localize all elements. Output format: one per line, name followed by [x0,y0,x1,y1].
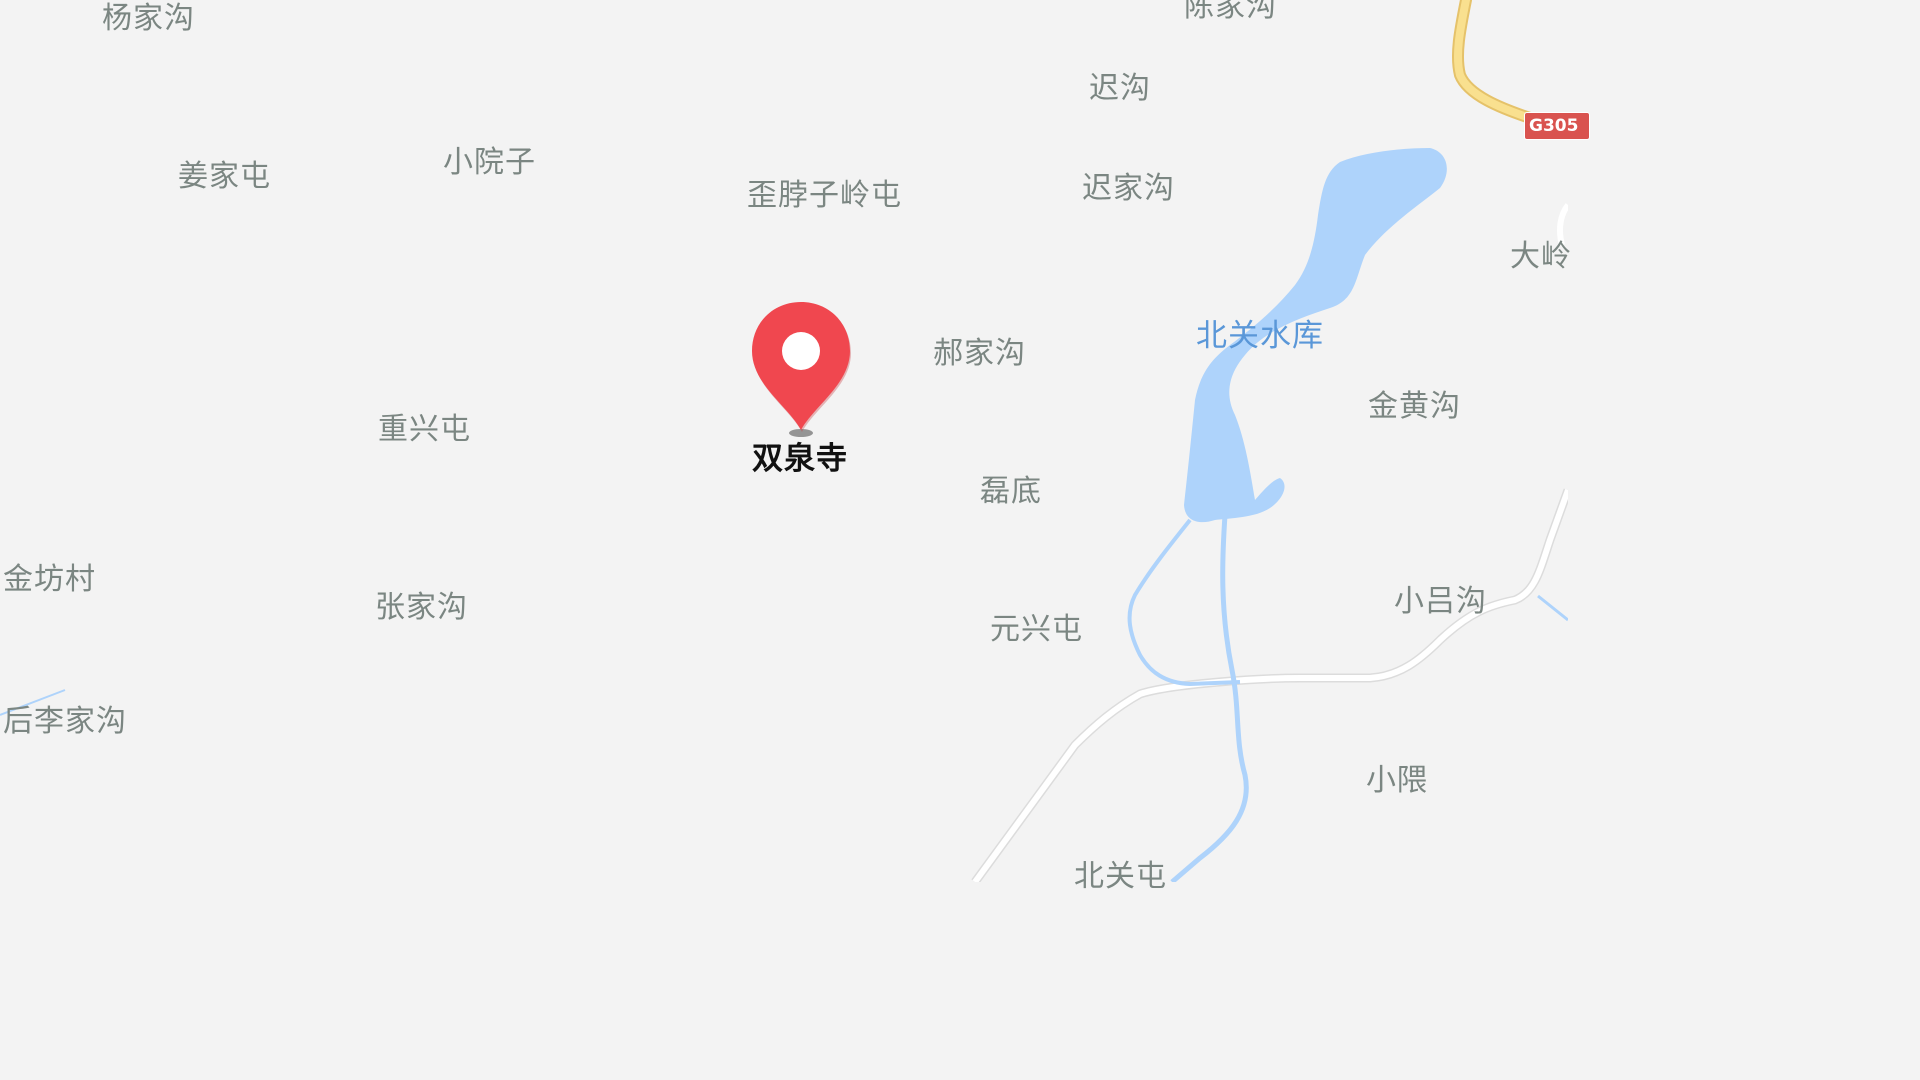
water-label-reservoir[interactable]: 北关水库 [1196,321,1324,352]
location-pin-icon[interactable] [746,298,856,443]
place-label-xiaowei[interactable]: 小隈 [1366,766,1428,796]
place-label-zhangjiagou[interactable]: 张家沟 [375,593,468,623]
place-label-houlijiagou[interactable]: 后李家沟 [3,707,127,737]
place-label-chijiagou[interactable]: 迟家沟 [1082,174,1175,204]
place-label-waibozilingtun[interactable]: 歪脖子岭屯 [747,181,902,211]
place-label-chigou[interactable]: 迟沟 [1089,74,1151,104]
place-label-daling[interactable]: 大岭 [1510,242,1572,272]
place-label-chenjiagou[interactable]: 陈家沟 [1184,0,1277,22]
river-middle [1170,514,1249,882]
place-label-xiaolvgou[interactable]: 小吕沟 [1394,587,1487,617]
place-label-yuanxingtun[interactable]: 元兴屯 [990,615,1083,645]
place-label-jinfangcun[interactable]: 金坊村 [3,565,96,595]
place-label-yangjiagou[interactable]: 杨家沟 [102,4,195,34]
place-label-beiguan[interactable]: 北关屯 [1074,862,1167,892]
place-label-haojiagou[interactable]: 郝家沟 [933,339,1026,369]
stream-east [1537,594,1568,622]
highway-g305 [1452,0,1568,130]
place-label-jinhuanggou[interactable]: 金黄沟 [1368,392,1461,422]
place-label-xiaoyuanzi[interactable]: 小院子 [443,148,536,178]
road-main [971,488,1568,882]
road-shield-g305: G305 [1524,112,1590,140]
place-label-chongxingtun[interactable]: 重兴屯 [378,415,471,445]
map-canvas[interactable]: G305 杨家沟 陈家沟 迟沟 姜家屯 小院子 歪脖子岭屯 迟家沟 大岭 郝家沟… [0,0,1590,892]
selected-poi-label[interactable]: 双泉寺 [752,444,848,475]
place-label-leidi[interactable]: 磊底 [980,477,1042,507]
place-label-jiangjiatun[interactable]: 姜家屯 [178,162,271,192]
